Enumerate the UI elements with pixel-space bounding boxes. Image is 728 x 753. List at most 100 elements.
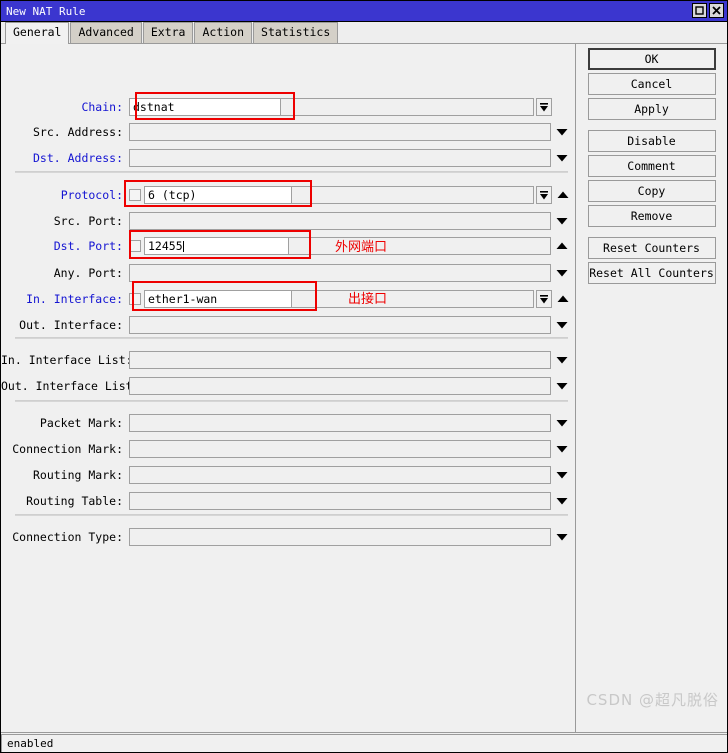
input-routing-mark[interactable]	[129, 466, 551, 484]
control-src-address	[129, 123, 570, 141]
input-value-protocol[interactable]: 6 (tcp)	[144, 186, 292, 204]
reset-counters-button[interactable]: Reset Counters	[587, 237, 716, 259]
expand-down-icon-out-interface-list[interactable]	[554, 377, 570, 395]
label-in-interface: In. Interface:	[26, 292, 123, 306]
tab-advanced[interactable]: Advanced	[70, 22, 142, 43]
copy-button[interactable]: Copy	[587, 180, 716, 202]
label-src-port: Src. Port:	[53, 214, 123, 228]
form-row-src-port: Src. Port:	[1, 211, 576, 231]
form-separator	[15, 171, 568, 173]
control-packet-mark	[129, 414, 570, 432]
negate-checkbox-dst-port[interactable]	[129, 240, 141, 252]
remove-button[interactable]: Remove	[587, 205, 716, 227]
expand-down-icon-src-port[interactable]	[554, 212, 570, 230]
negate-checkbox-protocol[interactable]	[129, 189, 141, 201]
comment-button[interactable]: Comment	[587, 155, 716, 177]
label-dst-port: Dst. Port:	[53, 239, 123, 253]
tab-bar: General Advanced Extra Action Statistics	[1, 22, 727, 44]
cancel-button[interactable]: Cancel	[587, 73, 716, 95]
control-chain: dstnat	[129, 98, 552, 116]
input-src-port[interactable]	[129, 212, 551, 230]
input-filler-chain[interactable]	[281, 98, 534, 116]
disable-button[interactable]: Disable	[587, 130, 716, 152]
input-connection-type[interactable]	[129, 528, 551, 546]
input-routing-table[interactable]	[129, 492, 551, 510]
control-out-interface-list	[129, 377, 570, 395]
value-text: dstnat	[133, 100, 175, 114]
form-row-packet-mark: Packet Mark:	[1, 413, 576, 433]
form-row-in-interface-list: In. Interface List:	[1, 350, 576, 370]
expand-down-icon-packet-mark[interactable]	[554, 414, 570, 432]
input-out-interface-list[interactable]	[129, 377, 551, 395]
control-protocol: 6 (tcp)	[129, 186, 571, 204]
input-connection-mark[interactable]	[129, 440, 551, 458]
input-filler-in-interface[interactable]	[292, 290, 534, 308]
form-row-protocol: Protocol: 6 (tcp)	[1, 185, 576, 205]
tab-statistics[interactable]: Statistics	[253, 22, 339, 43]
label-routing-mark: Routing Mark:	[32, 468, 123, 482]
expand-down-icon-any-port[interactable]	[554, 264, 570, 282]
nat-rule-window: New NAT Rule General Advanced Extra Action S…	[0, 0, 728, 753]
maximize-button[interactable]	[692, 3, 707, 18]
expand-down-icon-connection-mark[interactable]	[554, 440, 570, 458]
reset-all-counters-button[interactable]: Reset All Counters	[587, 262, 716, 284]
input-value-chain[interactable]: dstnat	[129, 98, 281, 116]
expand-down-icon-in-interface-list[interactable]	[554, 351, 570, 369]
label-dst-address: Dst. Address:	[32, 151, 123, 165]
button-pane: OK Cancel Apply Disable Comment Copy Remove Res…	[576, 44, 727, 732]
control-routing-mark	[129, 466, 570, 484]
label-connection-type: Connection Type:	[12, 530, 123, 544]
input-value-in-interface[interactable]: ether1-wan	[144, 290, 292, 308]
input-filler-dst-port[interactable]	[289, 237, 551, 255]
form-row-any-port: Any. Port:	[1, 263, 576, 283]
input-out-interface[interactable]	[129, 316, 551, 334]
collapse-up-icon-protocol[interactable]	[555, 186, 571, 204]
input-in-interface[interactable]: ether1-wan	[144, 290, 534, 308]
form-row-connection-type: Connection Type:	[1, 527, 576, 547]
input-filler-protocol[interactable]	[292, 186, 534, 204]
close-button[interactable]	[709, 3, 724, 18]
form-row-routing-mark: Routing Mark:	[1, 465, 576, 485]
button-group-gap	[576, 230, 727, 237]
expand-down-icon-connection-type[interactable]	[554, 528, 570, 546]
form-separator	[15, 400, 568, 402]
expand-down-icon-dst-address[interactable]	[554, 149, 570, 167]
form-row-in-interface: In. Interface: ether1-wan	[1, 289, 576, 309]
tab-extra[interactable]: Extra	[142, 22, 194, 43]
collapse-up-icon-dst-port[interactable]	[554, 237, 570, 255]
chevron-down-icon	[539, 102, 549, 113]
input-src-address[interactable]	[129, 123, 551, 141]
input-dst-address[interactable]	[129, 149, 551, 167]
tab-general[interactable]: General	[5, 22, 70, 44]
watermark: CSDN @超凡脱俗	[586, 691, 719, 709]
input-protocol[interactable]: 6 (tcp)	[144, 186, 534, 204]
dropdown-button-protocol[interactable]	[536, 186, 552, 204]
dropdown-button-chain[interactable]	[536, 98, 552, 116]
input-value-dst-port[interactable]: 12455	[144, 237, 289, 255]
expand-down-icon-routing-mark[interactable]	[554, 466, 570, 484]
window-titlebar: New NAT Rule	[1, 1, 727, 22]
form-row-connection-mark: Connection Mark:	[1, 439, 576, 459]
value-text: 12455	[148, 239, 183, 253]
dropdown-button-in-interface[interactable]	[536, 290, 552, 308]
input-chain[interactable]: dstnat	[129, 98, 534, 116]
annotation-1: 出接口	[348, 292, 388, 307]
collapse-up-icon-in-interface[interactable]	[555, 290, 571, 308]
expand-down-icon-out-interface[interactable]	[554, 316, 570, 334]
input-in-interface-list[interactable]	[129, 351, 551, 369]
input-any-port[interactable]	[129, 264, 551, 282]
label-any-port: Any. Port:	[53, 266, 123, 280]
label-src-address: Src. Address:	[32, 125, 123, 139]
negate-checkbox-in-interface[interactable]	[129, 293, 141, 305]
expand-down-icon-routing-table[interactable]	[554, 492, 570, 510]
value-text: ether1-wan	[148, 292, 218, 306]
button-group-gap	[576, 123, 727, 130]
dialog-body: Chain: dstnat Src. Address: Dst. Address: Pr…	[1, 44, 727, 732]
label-routing-table: Routing Table:	[26, 494, 123, 508]
apply-button[interactable]: Apply	[587, 98, 716, 120]
tab-action[interactable]: Action	[194, 22, 253, 43]
expand-down-icon-src-address[interactable]	[554, 123, 570, 141]
input-packet-mark[interactable]	[129, 414, 551, 432]
control-src-port	[129, 212, 570, 230]
ok-button[interactable]: OK	[587, 48, 716, 70]
